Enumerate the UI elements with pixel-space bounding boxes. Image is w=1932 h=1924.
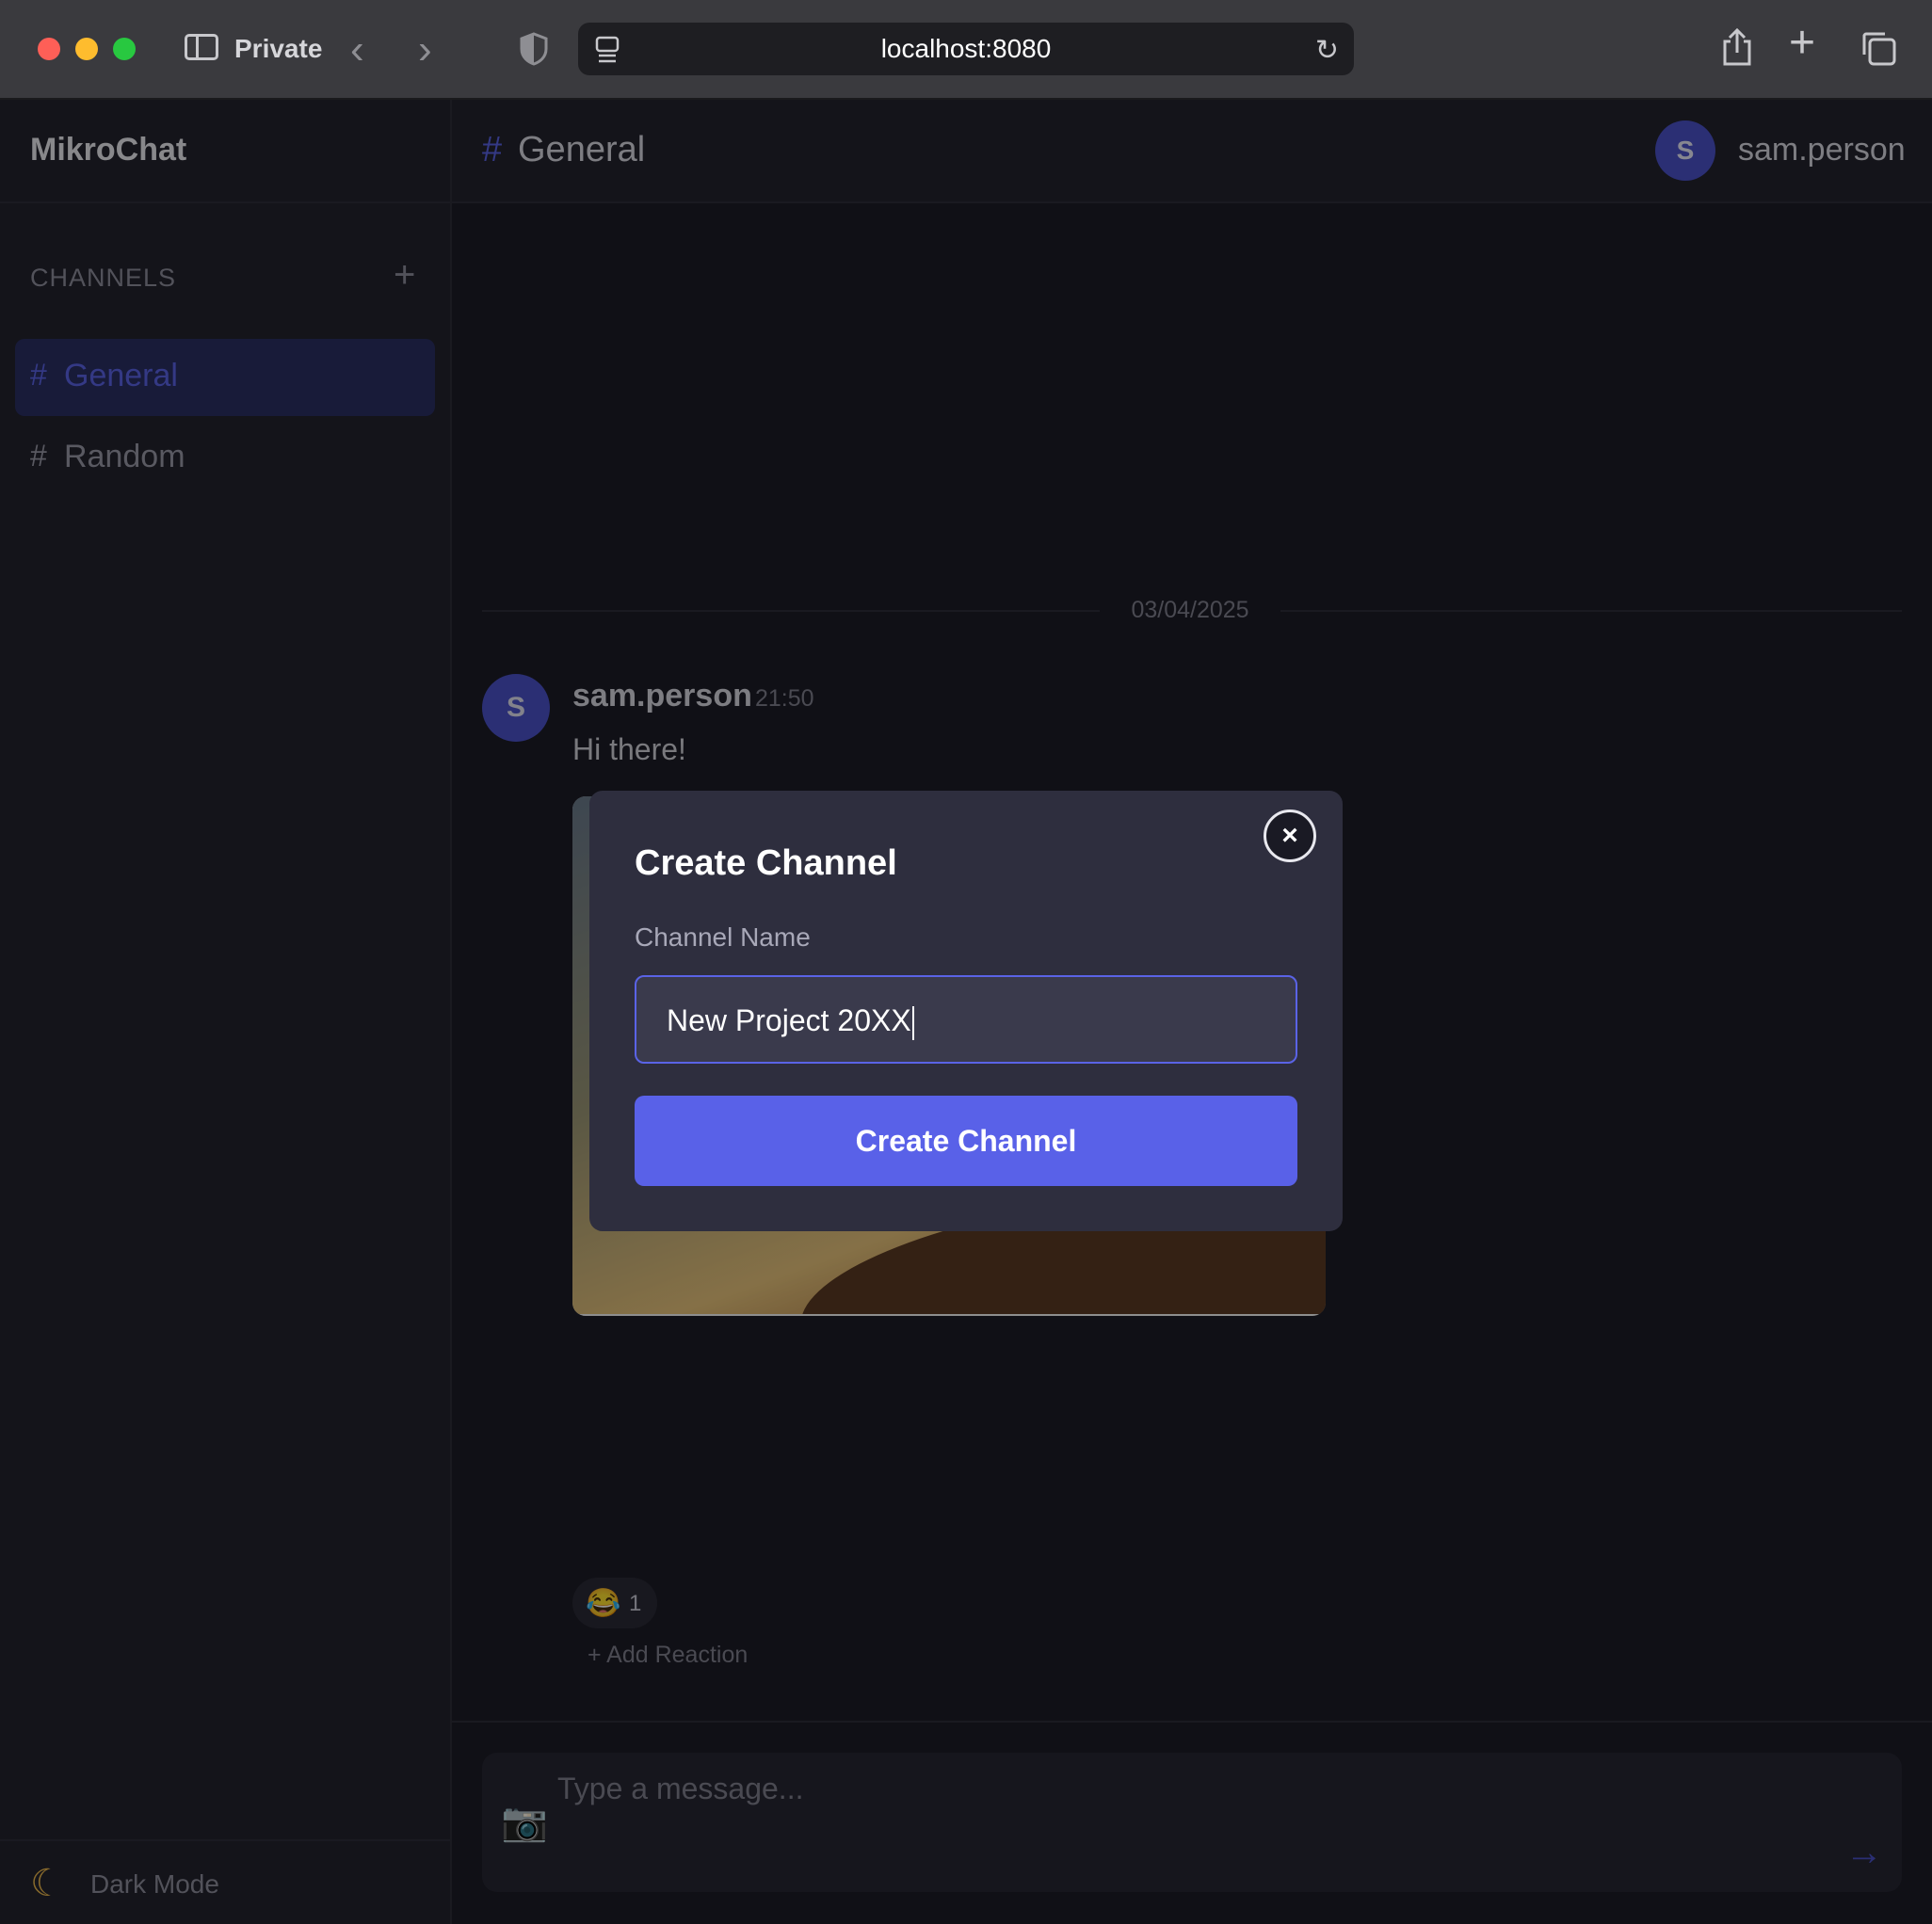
channel-name-value: New Project 20XX — [667, 1003, 914, 1040]
zoom-window-button[interactable] — [113, 38, 136, 60]
create-channel-button[interactable]: Create Channel — [635, 1096, 1297, 1186]
minimize-window-button[interactable] — [75, 38, 98, 60]
create-channel-modal: × Create Channel Channel Name New Projec… — [589, 791, 1343, 1231]
new-tab-icon[interactable]: + — [1789, 17, 1815, 69]
close-icon[interactable]: × — [1264, 810, 1316, 862]
url-text: localhost:8080 — [880, 34, 1052, 63]
text-caret — [911, 1005, 914, 1040]
address-bar[interactable]: localhost:8080 ↻ — [578, 23, 1354, 75]
modal-title: Create Channel — [635, 843, 897, 883]
share-icon[interactable] — [1721, 28, 1753, 66]
sidebar-toggle-icon[interactable] — [185, 34, 218, 60]
reload-icon[interactable]: ↻ — [1315, 34, 1339, 67]
channel-name-input[interactable]: New Project 20XX — [635, 975, 1297, 1064]
private-mode-label: Private — [234, 34, 323, 63]
browser-toolbar: Private ‹ › localhost:8080 ↻ + — [0, 0, 1932, 100]
close-window-button[interactable] — [38, 38, 60, 60]
tab-overview-icon[interactable] — [1860, 30, 1896, 66]
channel-name-label: Channel Name — [635, 922, 811, 952]
forward-icon[interactable]: › — [418, 26, 432, 73]
shield-icon[interactable] — [520, 32, 548, 66]
back-icon[interactable]: ‹ — [350, 26, 364, 73]
input-text: New Project 20XX — [667, 1003, 911, 1037]
